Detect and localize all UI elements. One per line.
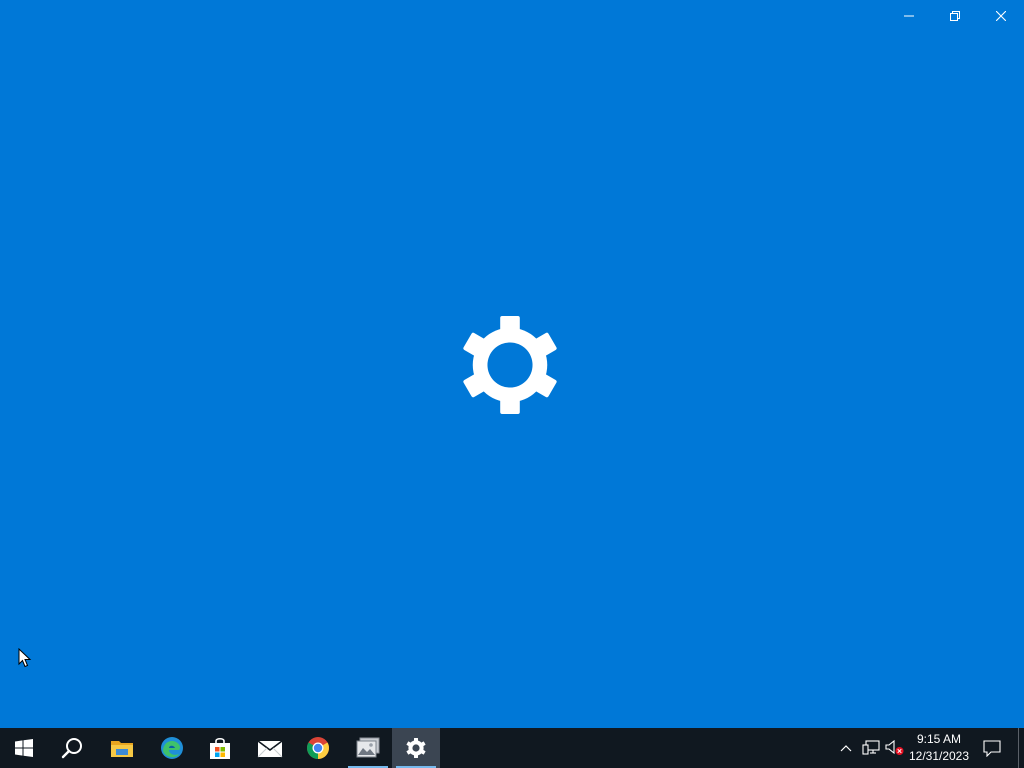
mouse-cursor-icon	[18, 648, 32, 668]
chrome-icon	[307, 737, 329, 759]
network-button[interactable]	[860, 728, 882, 768]
store-icon	[210, 737, 230, 759]
caption-buttons	[886, 0, 1024, 32]
show-hidden-icons-button[interactable]	[836, 728, 856, 768]
chrome-button[interactable]	[294, 728, 342, 768]
volume-muted-icon	[885, 740, 904, 755]
windows-logo-icon	[15, 739, 33, 757]
close-button[interactable]	[978, 0, 1024, 32]
settings-taskbar-button[interactable]	[392, 728, 440, 768]
image-viewer-button[interactable]	[344, 728, 392, 768]
close-icon	[996, 11, 1006, 21]
mail-icon	[257, 740, 283, 758]
gear-icon	[406, 738, 426, 758]
notification-icon	[983, 739, 1001, 757]
action-center-button[interactable]	[978, 728, 1006, 768]
minimize-button[interactable]	[886, 0, 932, 32]
volume-button[interactable]	[884, 728, 906, 768]
gear-icon	[463, 316, 557, 414]
edge-icon	[161, 737, 183, 759]
restore-button[interactable]	[932, 0, 978, 32]
file-explorer-button[interactable]	[98, 728, 146, 768]
network-icon	[862, 740, 880, 755]
search-button[interactable]	[48, 728, 96, 768]
clock-date: 12/31/2023	[908, 749, 970, 763]
clock[interactable]: 9:15 AM 12/31/2023	[904, 728, 974, 768]
show-desktop-button[interactable]	[1018, 728, 1024, 768]
store-button[interactable]	[196, 728, 244, 768]
clock-time: 9:15 AM	[916, 732, 962, 746]
restore-icon	[950, 11, 960, 21]
minimize-icon	[904, 15, 914, 17]
edge-button[interactable]	[148, 728, 196, 768]
image-app-icon	[356, 737, 380, 758]
search-icon	[61, 738, 82, 759]
taskbar: 9:15 AM 12/31/2023	[0, 728, 1024, 768]
start-button[interactable]	[0, 728, 48, 768]
folder-icon	[111, 741, 133, 757]
settings-splash-window	[0, 0, 1024, 728]
chevron-up-icon	[840, 745, 852, 752]
mail-button[interactable]	[246, 728, 294, 768]
